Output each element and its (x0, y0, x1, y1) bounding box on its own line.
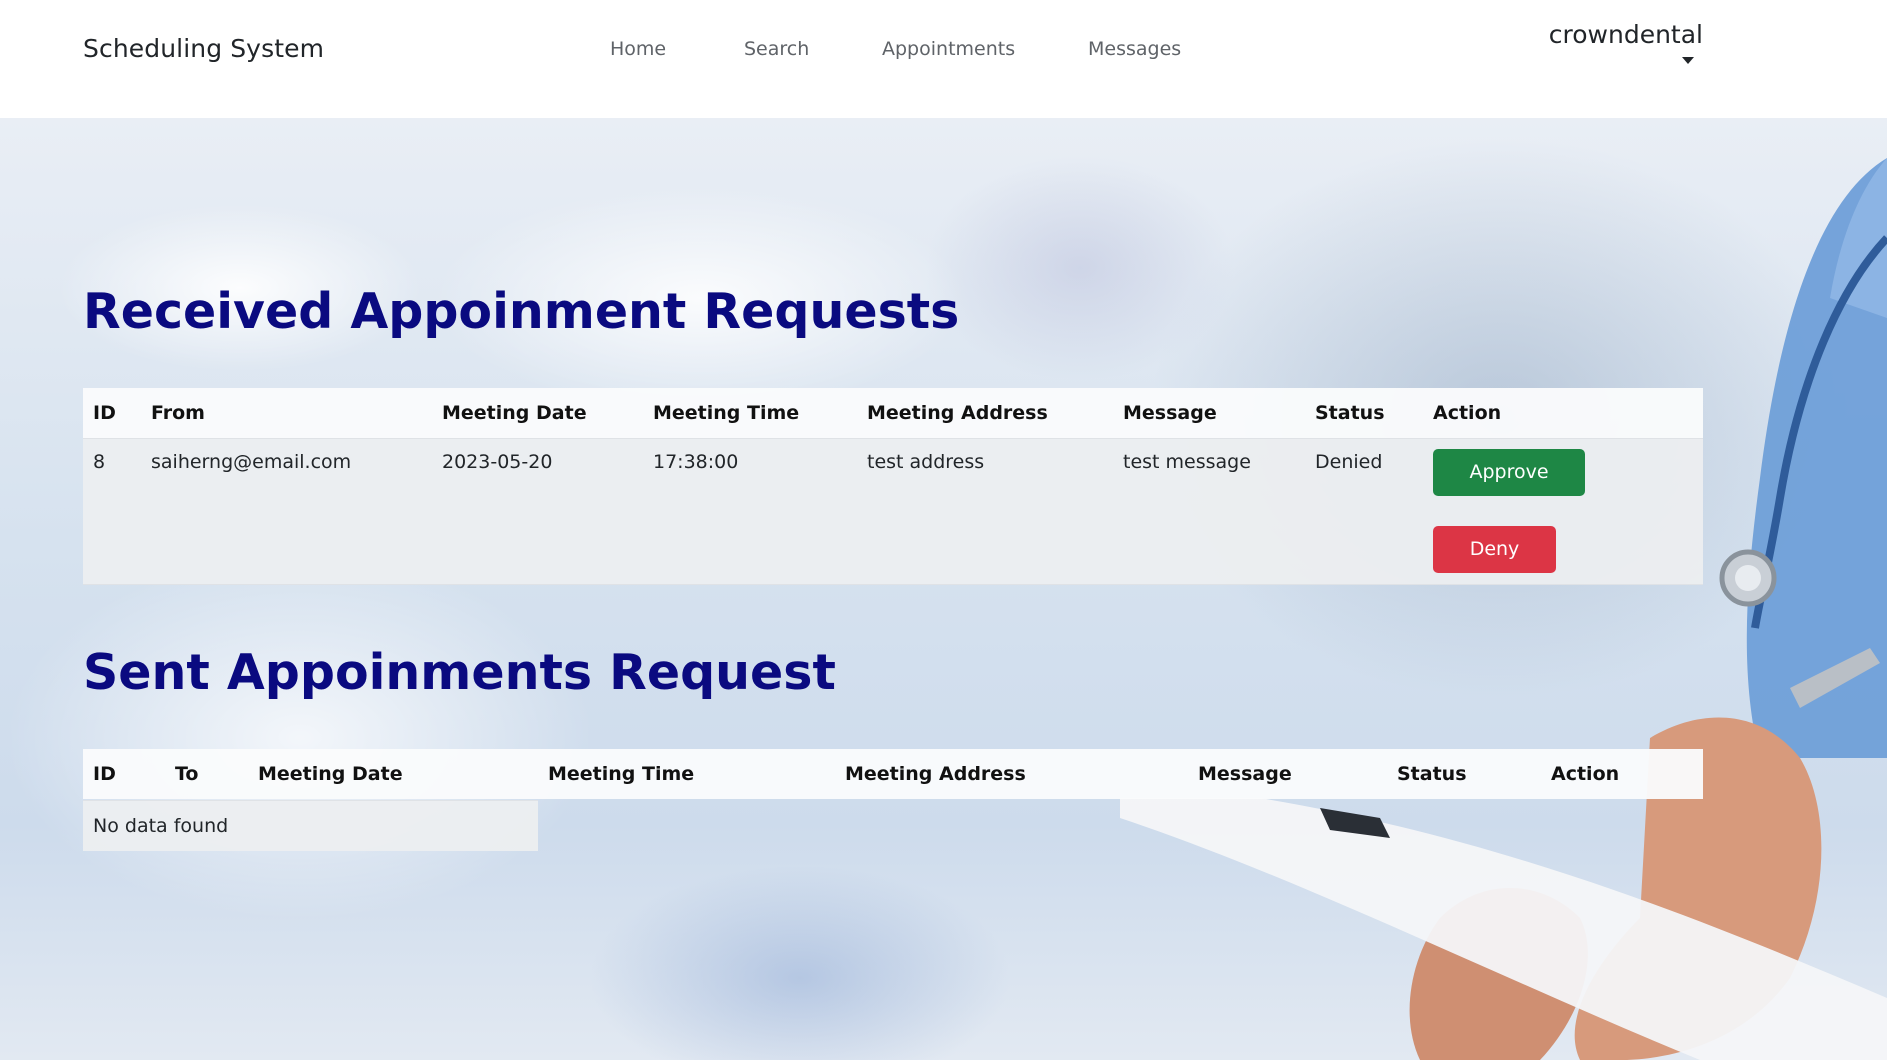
cell-from: saiherng@email.com (151, 450, 352, 473)
table-row: 8 saiherng@email.com 2023-05-20 17:38:00… (83, 438, 1703, 584)
cell-meeting-date: 2023-05-20 (442, 450, 553, 473)
nav-link-home[interactable]: Home (610, 38, 666, 60)
cell-message: test message (1123, 450, 1251, 473)
sent-requests-table: ID To Meeting Date Meeting Time Meeting … (83, 749, 1703, 799)
col-header-from: From (151, 401, 205, 424)
background-image (0, 118, 1887, 1060)
table-header-row: ID To Meeting Date Meeting Time Meeting … (83, 749, 1703, 799)
caret-down-icon (1682, 57, 1694, 64)
col-header-status: Status (1315, 401, 1385, 424)
col-header-id: ID (93, 763, 116, 785)
user-dropdown[interactable]: crowndental (1549, 20, 1703, 68)
col-header-to: To (175, 763, 199, 785)
table-header-row: ID From Meeting Date Meeting Time Meetin… (83, 388, 1703, 438)
received-requests-table: ID From Meeting Date Meeting Time Meetin… (83, 388, 1703, 585)
col-header-meeting-date: Meeting Date (442, 401, 587, 424)
cell-status: Denied (1315, 450, 1383, 473)
cell-action: Approve Deny (1423, 438, 1703, 584)
cell-meeting-time: 17:38:00 (653, 450, 739, 473)
received-requests-title: Received Appoinment Requests (83, 283, 960, 340)
approve-button[interactable]: Approve (1433, 448, 1585, 496)
cell-meeting-address: test address (867, 450, 985, 473)
navbar: Scheduling System Home Search Appointmen… (0, 0, 1887, 118)
user-name: crowndental (1548, 20, 1703, 49)
col-header-meeting-time: Meeting Time (653, 401, 800, 424)
col-header-status: Status (1397, 763, 1467, 785)
nav-link-appointments[interactable]: Appointments (882, 38, 1015, 60)
col-header-id: ID (93, 401, 116, 424)
deny-button[interactable]: Deny (1433, 525, 1556, 573)
nav-link-search[interactable]: Search (744, 38, 809, 60)
col-header-meeting-address: Meeting Address (845, 763, 1026, 785)
nav-link-messages[interactable]: Messages (1088, 38, 1181, 60)
col-header-meeting-date: Meeting Date (258, 763, 403, 785)
cell-id: 8 (93, 450, 106, 473)
col-header-message: Message (1123, 401, 1217, 424)
brand-link[interactable]: Scheduling System (83, 34, 324, 63)
empty-state-message: No data found (83, 800, 538, 851)
col-header-meeting-address: Meeting Address (867, 401, 1048, 424)
col-header-meeting-time: Meeting Time (548, 763, 695, 785)
doctor-illustration (1120, 158, 1887, 1060)
col-header-message: Message (1198, 763, 1292, 785)
sent-requests-title: Sent Appoinments Request (83, 644, 836, 701)
col-header-action: Action (1551, 763, 1620, 785)
col-header-action: Action (1433, 401, 1502, 424)
